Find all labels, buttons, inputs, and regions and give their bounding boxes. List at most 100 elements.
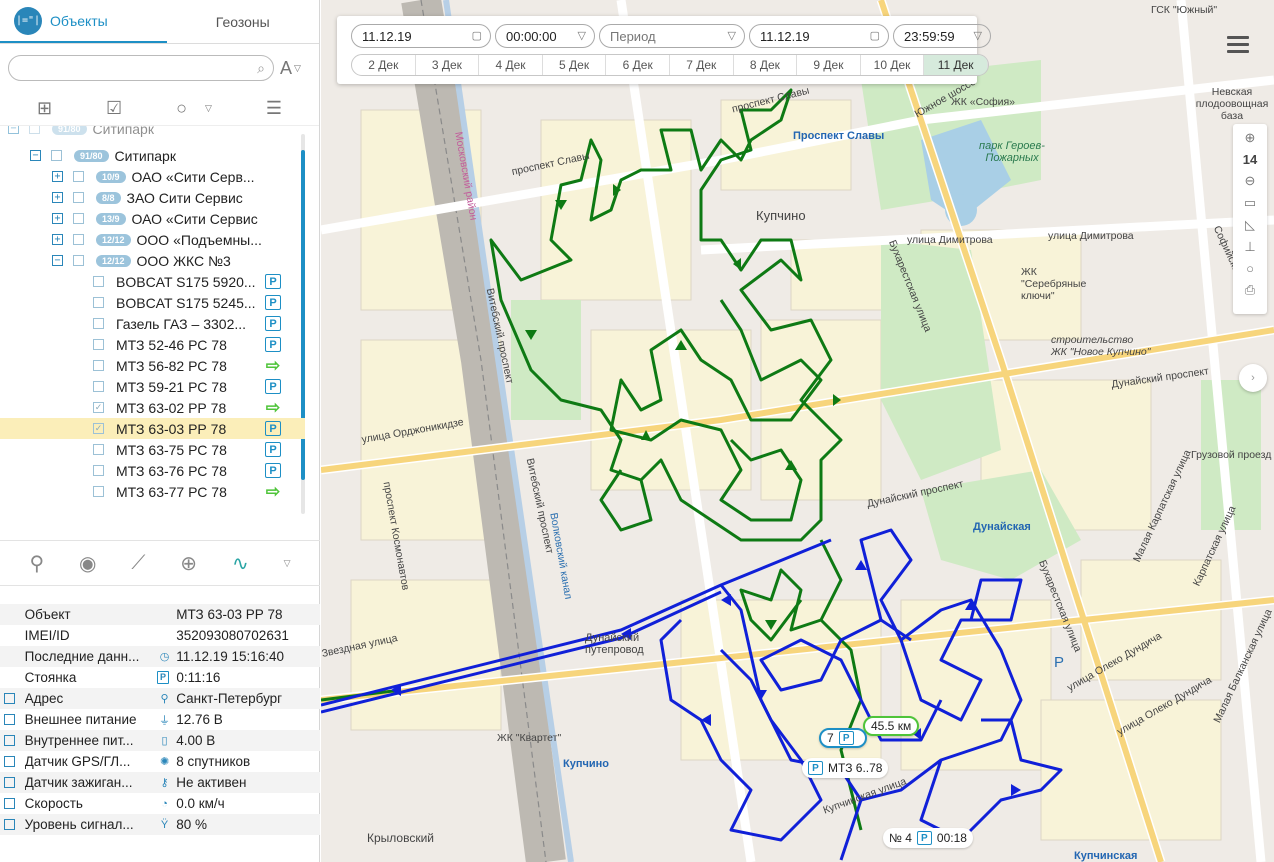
property-checkbox[interactable] <box>4 819 15 830</box>
day-button[interactable]: 7 Дек <box>670 55 734 75</box>
tree-item-row[interactable]: МТЗ 63-76 РС 78 P <box>0 460 305 481</box>
row-checkbox[interactable] <box>73 171 84 182</box>
calendar-icon[interactable]: ▢ <box>870 29 880 42</box>
row-checkbox[interactable] <box>51 150 62 161</box>
map-layers-icon[interactable]: ▭ <box>1244 195 1256 211</box>
row-checkbox[interactable] <box>73 192 84 203</box>
tree-item-row[interactable]: МТЗ 59-21 РС 78 P <box>0 376 305 397</box>
search-input[interactable] <box>9 56 273 80</box>
chevron-down-icon[interactable]: ▽ <box>578 29 586 42</box>
zoom-in-icon[interactable]: ⊕ <box>1245 130 1256 146</box>
tree-group-row[interactable]: − 91/80 Ситипарк <box>0 145 305 166</box>
collapse-icon[interactable]: − <box>8 126 19 134</box>
to-time-field[interactable]: 23:59:59 ▽ <box>893 24 991 48</box>
row-checkbox[interactable] <box>93 297 104 308</box>
from-date-field[interactable]: 11.12.19 ▢ <box>351 24 491 48</box>
day-button[interactable]: 2 Дек <box>352 55 416 75</box>
print-icon[interactable]: ⎙ <box>1245 282 1255 298</box>
day-button[interactable]: 11 Дек <box>924 55 988 75</box>
collapse-icon[interactable]: − <box>30 150 41 161</box>
stop-tag[interactable]: № 4 P 00:18 <box>883 828 973 848</box>
tree-group-row[interactable]: − 12/12 ООО ЖКС №3 <box>0 250 305 271</box>
zoom-out-icon[interactable]: ⊖ <box>1245 173 1256 189</box>
ruler-icon[interactable]: ◺ <box>1245 217 1255 233</box>
tree-item-row[interactable]: BOBCAT S175 5245... P <box>0 292 305 313</box>
search-icon[interactable]: ⌕ <box>257 60 265 77</box>
row-checkbox[interactable] <box>73 255 84 266</box>
tree-group-row[interactable]: +8/8 ЗАО Сити Сервис <box>0 187 305 208</box>
tree-item-row[interactable]: МТЗ 63-75 РС 78 P <box>0 439 305 460</box>
expand-icon[interactable]: + <box>52 171 63 182</box>
row-checkbox[interactable]: ✓ <box>93 402 104 413</box>
day-button[interactable]: 4 Дек <box>479 55 543 75</box>
map-view[interactable]: Проспект Славы Купчино парк Героев-Пожар… <box>321 0 1274 862</box>
chart-icon[interactable]: ⟋ <box>131 552 145 575</box>
row-checkbox[interactable]: ✓ <box>93 423 104 434</box>
tree-item-row[interactable]: МТЗ 56-82 РС 78 ⇨ <box>0 355 305 376</box>
row-checkbox[interactable] <box>93 444 104 455</box>
property-checkbox[interactable] <box>4 693 15 704</box>
collapse-icon[interactable]: − <box>52 255 63 266</box>
tree-item-row[interactable]: ✓ МТЗ 63-03 РР 78 P <box>0 418 305 439</box>
row-checkbox[interactable] <box>93 360 104 371</box>
property-checkbox[interactable] <box>4 798 15 809</box>
chevron-down-icon[interactable]: ▽ <box>974 29 982 42</box>
tree-item-row[interactable]: МТЗ 52-46 РС 78 P <box>0 334 305 355</box>
day-button[interactable]: 10 Дек <box>861 55 925 75</box>
row-checkbox[interactable] <box>29 126 40 134</box>
row-checkbox[interactable] <box>73 213 84 224</box>
row-checkbox[interactable] <box>93 381 104 392</box>
day-button[interactable]: 9 Дек <box>797 55 861 75</box>
calendar-icon[interactable]: ▢ <box>472 29 482 42</box>
row-checkbox[interactable] <box>73 234 84 245</box>
day-button[interactable]: 8 Дек <box>734 55 798 75</box>
pin-icon[interactable]: ⊥ <box>1244 239 1255 255</box>
location-pin-icon[interactable]: ⚲ <box>29 551 44 576</box>
day-button[interactable]: 5 Дек <box>543 55 607 75</box>
expand-icon[interactable]: + <box>52 192 63 203</box>
status-filter[interactable]: ○ ▽ <box>176 98 212 119</box>
arrow-up-circle-icon[interactable]: ⊕ <box>180 551 197 576</box>
tree-group-row[interactable]: − 91/80 Ситипарк <box>0 126 305 139</box>
eye-icon[interactable]: ◉ <box>79 551 96 576</box>
expand-icon[interactable]: + <box>52 213 63 224</box>
day-button[interactable]: 6 Дек <box>606 55 670 75</box>
tree-group-row[interactable]: +12/12 ООО «Подъемны... <box>0 229 305 250</box>
property-key: Объект <box>24 607 71 622</box>
property-checkbox[interactable] <box>4 777 15 788</box>
row-checkbox[interactable] <box>93 318 104 329</box>
property-checkbox[interactable] <box>4 756 15 767</box>
row-checkbox[interactable] <box>93 339 104 350</box>
property-checkbox[interactable] <box>4 714 15 725</box>
to-date-field[interactable]: 11.12.19 ▢ <box>749 24 889 48</box>
cluster-tag[interactable]: 7 P <box>819 728 867 748</box>
distance-tag[interactable]: 45.5 км <box>863 716 920 736</box>
tree-item-row[interactable]: МТЗ 63-77 РС 78 ⇨ <box>0 481 305 502</box>
day-button[interactable]: 3 Дек <box>416 55 480 75</box>
period-select[interactable]: Период ▽ <box>599 24 745 48</box>
tree-item-row[interactable]: BOBCAT S175 5920... P <box>0 271 305 292</box>
expand-panel-button[interactable]: › <box>1239 364 1267 392</box>
property-checkbox[interactable] <box>4 735 15 746</box>
track-icon[interactable]: ∿ <box>232 551 249 576</box>
expand-all-icon[interactable]: ⊞ <box>37 98 52 119</box>
sort-button[interactable]: A ▽ <box>280 58 301 79</box>
vehicle-tag[interactable]: P МТЗ 6..78 <box>802 758 889 778</box>
search-icon[interactable]: ○ <box>1246 261 1254 276</box>
tree-group-row[interactable]: +10/9 ОАО «Сити Серв... <box>0 166 305 187</box>
from-time-field[interactable]: 00:00:00 ▽ <box>495 24 595 48</box>
expand-icon[interactable]: + <box>52 234 63 245</box>
chevron-down-icon[interactable]: ▽ <box>728 29 736 42</box>
check-all-icon[interactable]: ☑ <box>106 98 122 119</box>
menu-icon[interactable] <box>1227 36 1249 57</box>
tab-geozones[interactable]: Геозоны <box>167 0 320 43</box>
row-checkbox[interactable] <box>93 486 104 497</box>
row-checkbox[interactable] <box>93 276 104 287</box>
tree-group-row[interactable]: +13/9 ОАО «Сити Сервис <box>0 208 305 229</box>
tree-item-row[interactable]: Газель ГАЗ – 3302... P <box>0 313 305 334</box>
row-checkbox[interactable] <box>93 465 104 476</box>
tree-item-row[interactable]: ✓ МТЗ 63-02 РР 78 ⇨ <box>0 397 305 418</box>
list-view-icon[interactable]: ☰ <box>266 98 282 119</box>
chevron-down-icon[interactable]: ▽ <box>284 558 291 569</box>
tab-objects[interactable]: |="| Объекты <box>0 0 167 43</box>
